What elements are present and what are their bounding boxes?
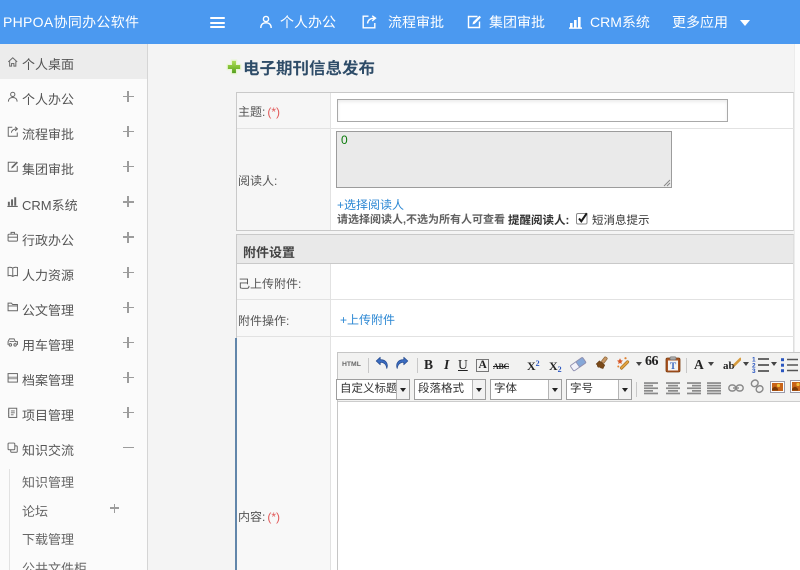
svg-text:3: 3 [752,368,756,373]
svg-text:T: T [670,362,677,372]
